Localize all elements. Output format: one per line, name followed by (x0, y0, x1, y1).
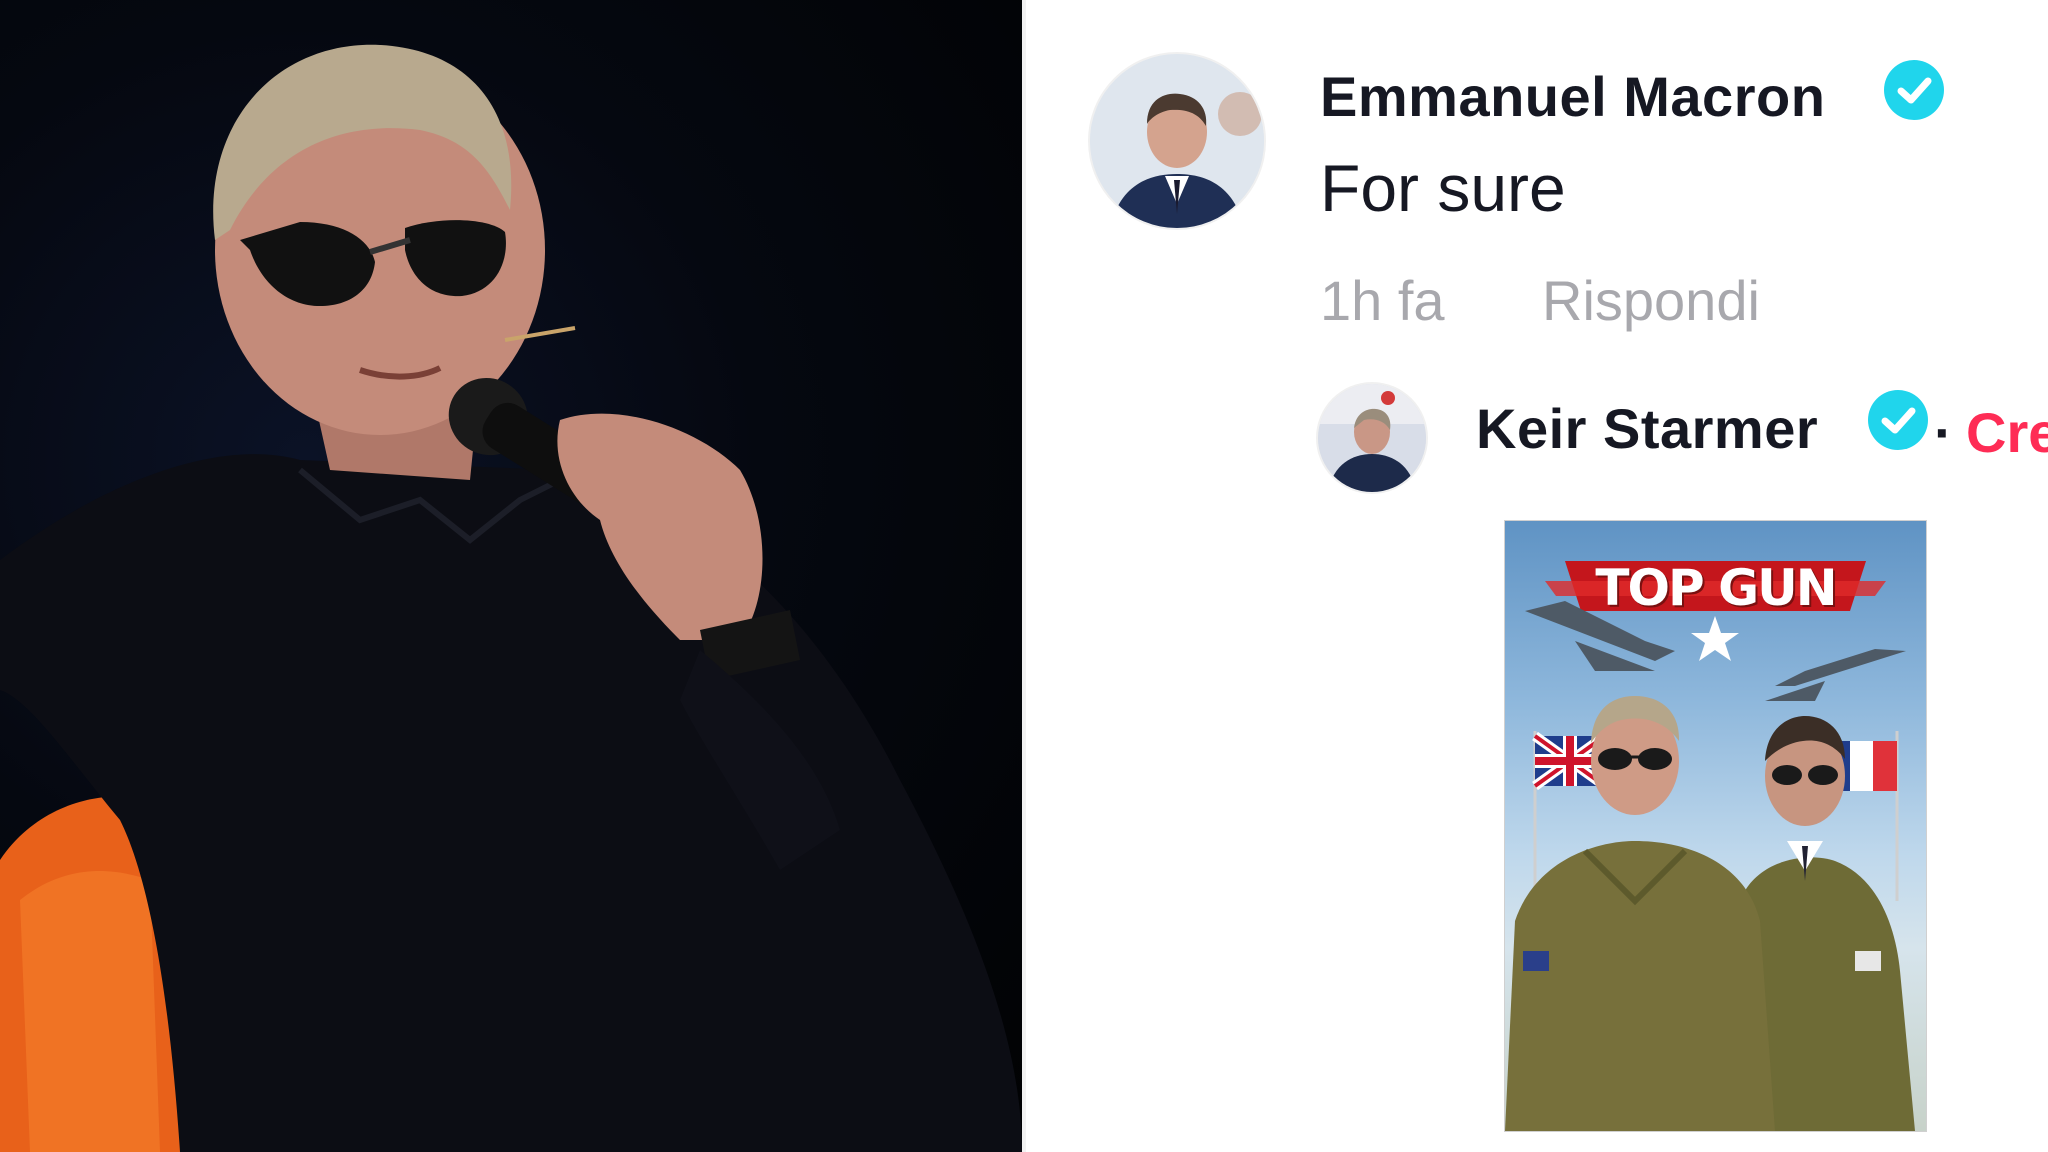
separator-dot: · (1934, 401, 1953, 464)
reply-button[interactable]: Rispondi (1542, 268, 1760, 333)
speaker-photo (0, 0, 1022, 1152)
poster-title: TOP GUN (1595, 559, 1837, 617)
starmer-avatar[interactable] (1318, 384, 1426, 492)
reply-author-name[interactable]: Keir Starmer (1476, 396, 1818, 461)
verified-check-icon (1884, 60, 1944, 120)
comment-timestamp: 1h fa (1320, 269, 1445, 332)
panel-divider (1022, 0, 1026, 1152)
creator-badge: Cre (1966, 401, 2048, 464)
macron-avatar[interactable] (1090, 54, 1264, 228)
fighter-jet-right (1765, 649, 1906, 701)
verified-check-icon (1868, 390, 1928, 450)
comment-text: For sure (1320, 151, 1566, 225)
top-gun-poster-image[interactable]: TOP GUN (1505, 521, 1926, 1131)
comment-author-name[interactable]: Emmanuel Macron (1320, 64, 1825, 129)
